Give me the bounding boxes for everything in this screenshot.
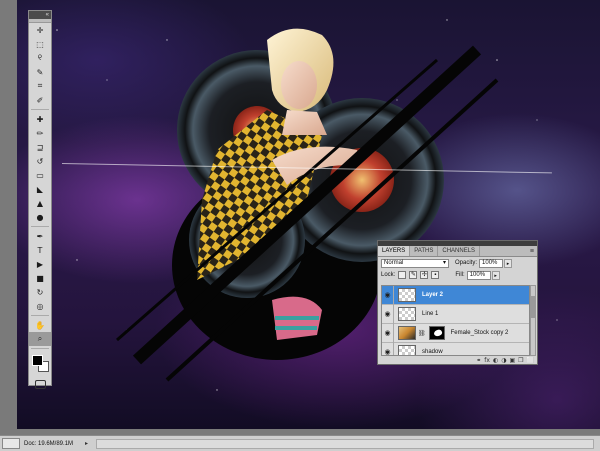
visibility-eye-icon[interactable]: ◉ [382,286,394,305]
fx-icon[interactable]: fx [484,357,490,364]
3d-orbit-tool-icon[interactable]: ◎ [29,299,51,313]
layers-footer: ⚭ fx ◐ ◑ ▣ ❐ ⬜ [381,356,536,365]
layer-thumbnail [398,307,416,321]
document-workspace [0,0,600,435]
layer-thumbnail [398,326,416,340]
marquee-tool-icon[interactable]: ⬚ [29,37,51,51]
tools-separator [31,107,49,110]
link-layers-icon[interactable]: ⚭ [476,357,481,364]
visibility-eye-icon[interactable]: ◉ [382,304,394,324]
mask-link-icon[interactable]: ⛓ [418,330,426,337]
quick-mask-icon [34,379,46,389]
layer-row[interactable]: ◉ ⛓ Female_Stock copy 2 [382,323,529,343]
lock-pixels-icon[interactable]: ✎ [409,271,418,279]
lock-label: Lock: [381,272,396,278]
fill-field[interactable]: 100% [466,270,491,280]
status-menu-arrow-icon[interactable]: ▸ [85,440,88,447]
lock-all-icon[interactable]: ▪ [431,271,440,279]
chevron-down-icon: ▾ [442,259,446,266]
opacity-field[interactable]: 100% [479,258,504,268]
layer-name: Line 1 [422,311,439,317]
lock-row: Lock: ✎ ✢ ▪ Fill: 100% ▸ [378,269,537,281]
layer-row[interactable]: ◉ shadow [382,342,529,355]
blur-tool-icon[interactable]: ▲ [29,196,51,210]
type-tool-icon[interactable]: T [29,243,51,257]
new-group-icon[interactable]: ▣ [509,357,515,364]
panel-menu-icon[interactable]: ≡ [527,246,537,256]
tool-list: ✛ ⬚ ୧ ✎ ⌗ ✐ ✚ ✏ ⊒ ↺ ▭ ◣ ▲ ● ✒ T ▶ ■ ↻ ◎ ✋ ⌕ [29,23,51,346]
status-bar: Doc: 19.6M/89.1M ▸ [0,435,600,451]
hand-tool-icon[interactable]: ✋ [29,318,51,332]
panel-tabs: LAYERS PATHS CHANNELS ≡ [378,246,537,257]
pen-tool-icon[interactable]: ✒ [29,229,51,243]
quick-selection-tool-icon[interactable]: ✎ [29,65,51,79]
collapse-icon[interactable]: « [46,12,49,18]
horizontal-scrollbar[interactable] [96,438,594,449]
paint-bucket-tool-icon[interactable]: ◣ [29,182,51,196]
crop-tool-icon[interactable]: ⌗ [29,79,51,93]
lock-position-icon[interactable]: ✢ [420,271,429,279]
zoom-tool-icon[interactable]: ⌕ [29,332,51,346]
layers-panel: LAYERS PATHS CHANNELS ≡ Normal ▾ Opacity… [377,240,538,365]
layer-name: Female_Stock copy 2 [450,330,509,336]
tools-separator [31,224,49,227]
layer-name: Layer 2 [422,292,444,298]
layer-thumbnail [398,345,416,355]
layer-row[interactable]: ◉ Layer 2 [382,286,529,305]
dodge-tool-icon[interactable]: ● [29,210,51,224]
tab-layers[interactable]: LAYERS [378,246,411,256]
delete-layer-icon[interactable]: ⬜ [527,357,534,364]
fill-label: Fill: [455,272,465,278]
new-layer-icon[interactable]: ❐ [518,357,523,364]
fill-arrow-icon[interactable]: ▸ [491,270,500,280]
tab-paths[interactable]: PATHS [410,246,439,256]
lock-transparency-icon[interactable] [398,271,407,279]
opacity-arrow-icon[interactable]: ▸ [504,258,513,268]
blend-row: Normal ▾ Opacity: 100% ▸ [378,257,537,269]
zoom-field[interactable] [2,438,20,449]
layer-row[interactable]: ◉ Line 1 [382,304,529,324]
quick-mask-button[interactable] [29,377,51,391]
layer-list: ◉ Layer 2 ◉ Line 1 ◉ ⛓ Female_Stock copy 2 ◉ sha… [381,285,530,356]
layer-list-scrollbar[interactable] [530,285,536,356]
tab-channels[interactable]: CHANNELS [438,246,481,256]
clone-stamp-tool-icon[interactable]: ⊒ [29,140,51,154]
foreground-color-swatch[interactable] [32,355,43,366]
tools-panel: « ✛ ⬚ ୧ ✎ ⌗ ✐ ✚ ✏ ⊒ ↺ ▭ ◣ ▲ ● ✒ T ▶ ■ ↻ ◎ ✋ ⌕ [28,10,52,389]
eraser-tool-icon[interactable]: ▭ [29,168,51,182]
shape-tool-icon[interactable]: ■ [29,271,51,285]
blend-mode-select[interactable]: Normal ▾ [381,258,449,268]
layer-mask-thumbnail[interactable] [428,326,445,340]
opacity-label: Opacity: [455,260,478,266]
adjustment-layer-icon[interactable]: ◑ [501,357,506,364]
3d-rotate-tool-icon[interactable]: ↻ [29,285,51,299]
visibility-eye-icon[interactable]: ◉ [382,342,394,355]
lasso-tool-icon[interactable]: ୧ [29,51,51,65]
visibility-eye-icon[interactable]: ◉ [382,323,394,343]
color-swatches [29,351,51,377]
healing-brush-tool-icon[interactable]: ✚ [29,112,51,126]
path-selection-tool-icon[interactable]: ▶ [29,257,51,271]
add-mask-icon[interactable]: ◐ [493,357,498,364]
tools-panel-titlebar[interactable]: « [29,11,51,19]
tools-separator [31,346,49,349]
tools-separator [31,313,49,316]
scrollbar-thumb[interactable] [531,296,535,318]
brush-tool-icon[interactable]: ✏ [29,126,51,140]
history-brush-tool-icon[interactable]: ↺ [29,154,51,168]
layer-name: shadow [422,349,443,355]
blend-mode-value: Normal [384,259,404,266]
doc-size-readout[interactable]: Doc: 19.6M/89.1M [24,441,73,447]
eyedropper-tool-icon[interactable]: ✐ [29,93,51,107]
move-tool-icon[interactable]: ✛ [29,23,51,37]
layer-thumbnail [398,288,416,302]
